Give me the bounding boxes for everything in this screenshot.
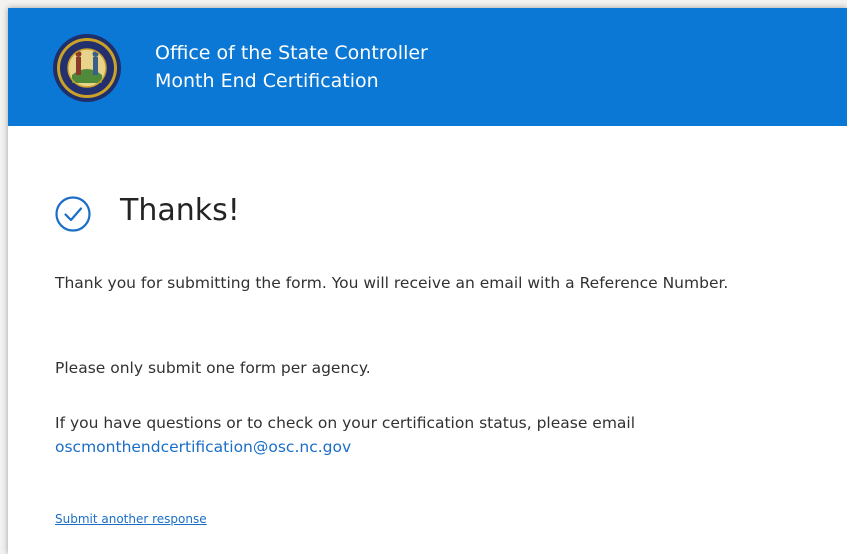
org-name: Office of the State Controller: [155, 42, 428, 64]
header-banner: Office of the State Controller Month End…: [8, 8, 847, 126]
contact-email-link[interactable]: oscmonthendcertification@osc.nc.gov: [55, 435, 755, 459]
confirmation-message: Thank you for submitting the form. You w…: [55, 274, 729, 292]
contact-text: If you have questions or to check on you…: [55, 414, 636, 432]
one-form-notice: Please only submit one form per agency.: [55, 359, 371, 377]
submit-another-response-link[interactable]: Submit another response: [55, 512, 207, 526]
nc-state-seal-icon: [53, 34, 121, 102]
thanks-heading: Thanks!: [120, 193, 240, 228]
header-title: Office of the State Controller Month End…: [155, 39, 428, 95]
form-card: Office of the State Controller Month End…: [8, 8, 847, 554]
contact-message: If you have questions or to check on you…: [55, 411, 755, 459]
check-circle-icon: [55, 196, 91, 232]
form-name: Month End Certification: [155, 70, 379, 92]
